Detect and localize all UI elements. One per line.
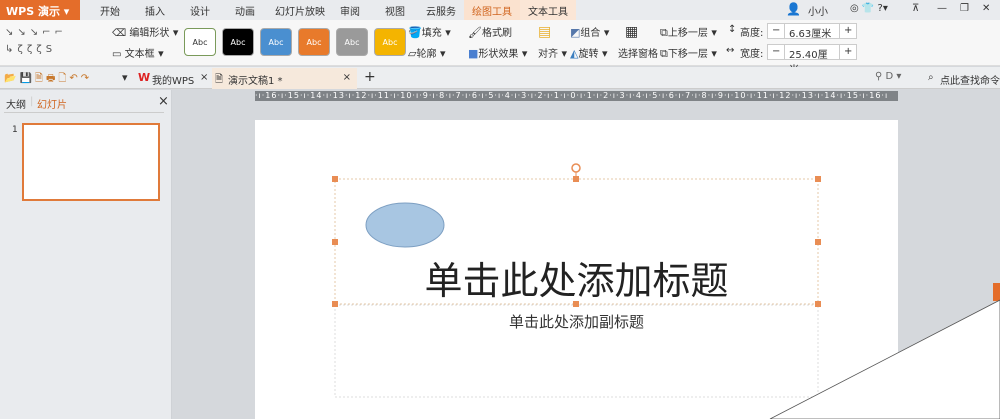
ellipse-shape[interactable] bbox=[365, 202, 445, 248]
subtitle-placeholder[interactable]: 单击此处添加副标题 bbox=[335, 311, 818, 332]
scroll-marker bbox=[993, 283, 1000, 301]
title-placeholder[interactable]: 单击此处添加标题 bbox=[335, 250, 818, 305]
slide-overlay bbox=[332, 163, 1000, 419]
rotate-handle[interactable] bbox=[571, 163, 581, 173]
